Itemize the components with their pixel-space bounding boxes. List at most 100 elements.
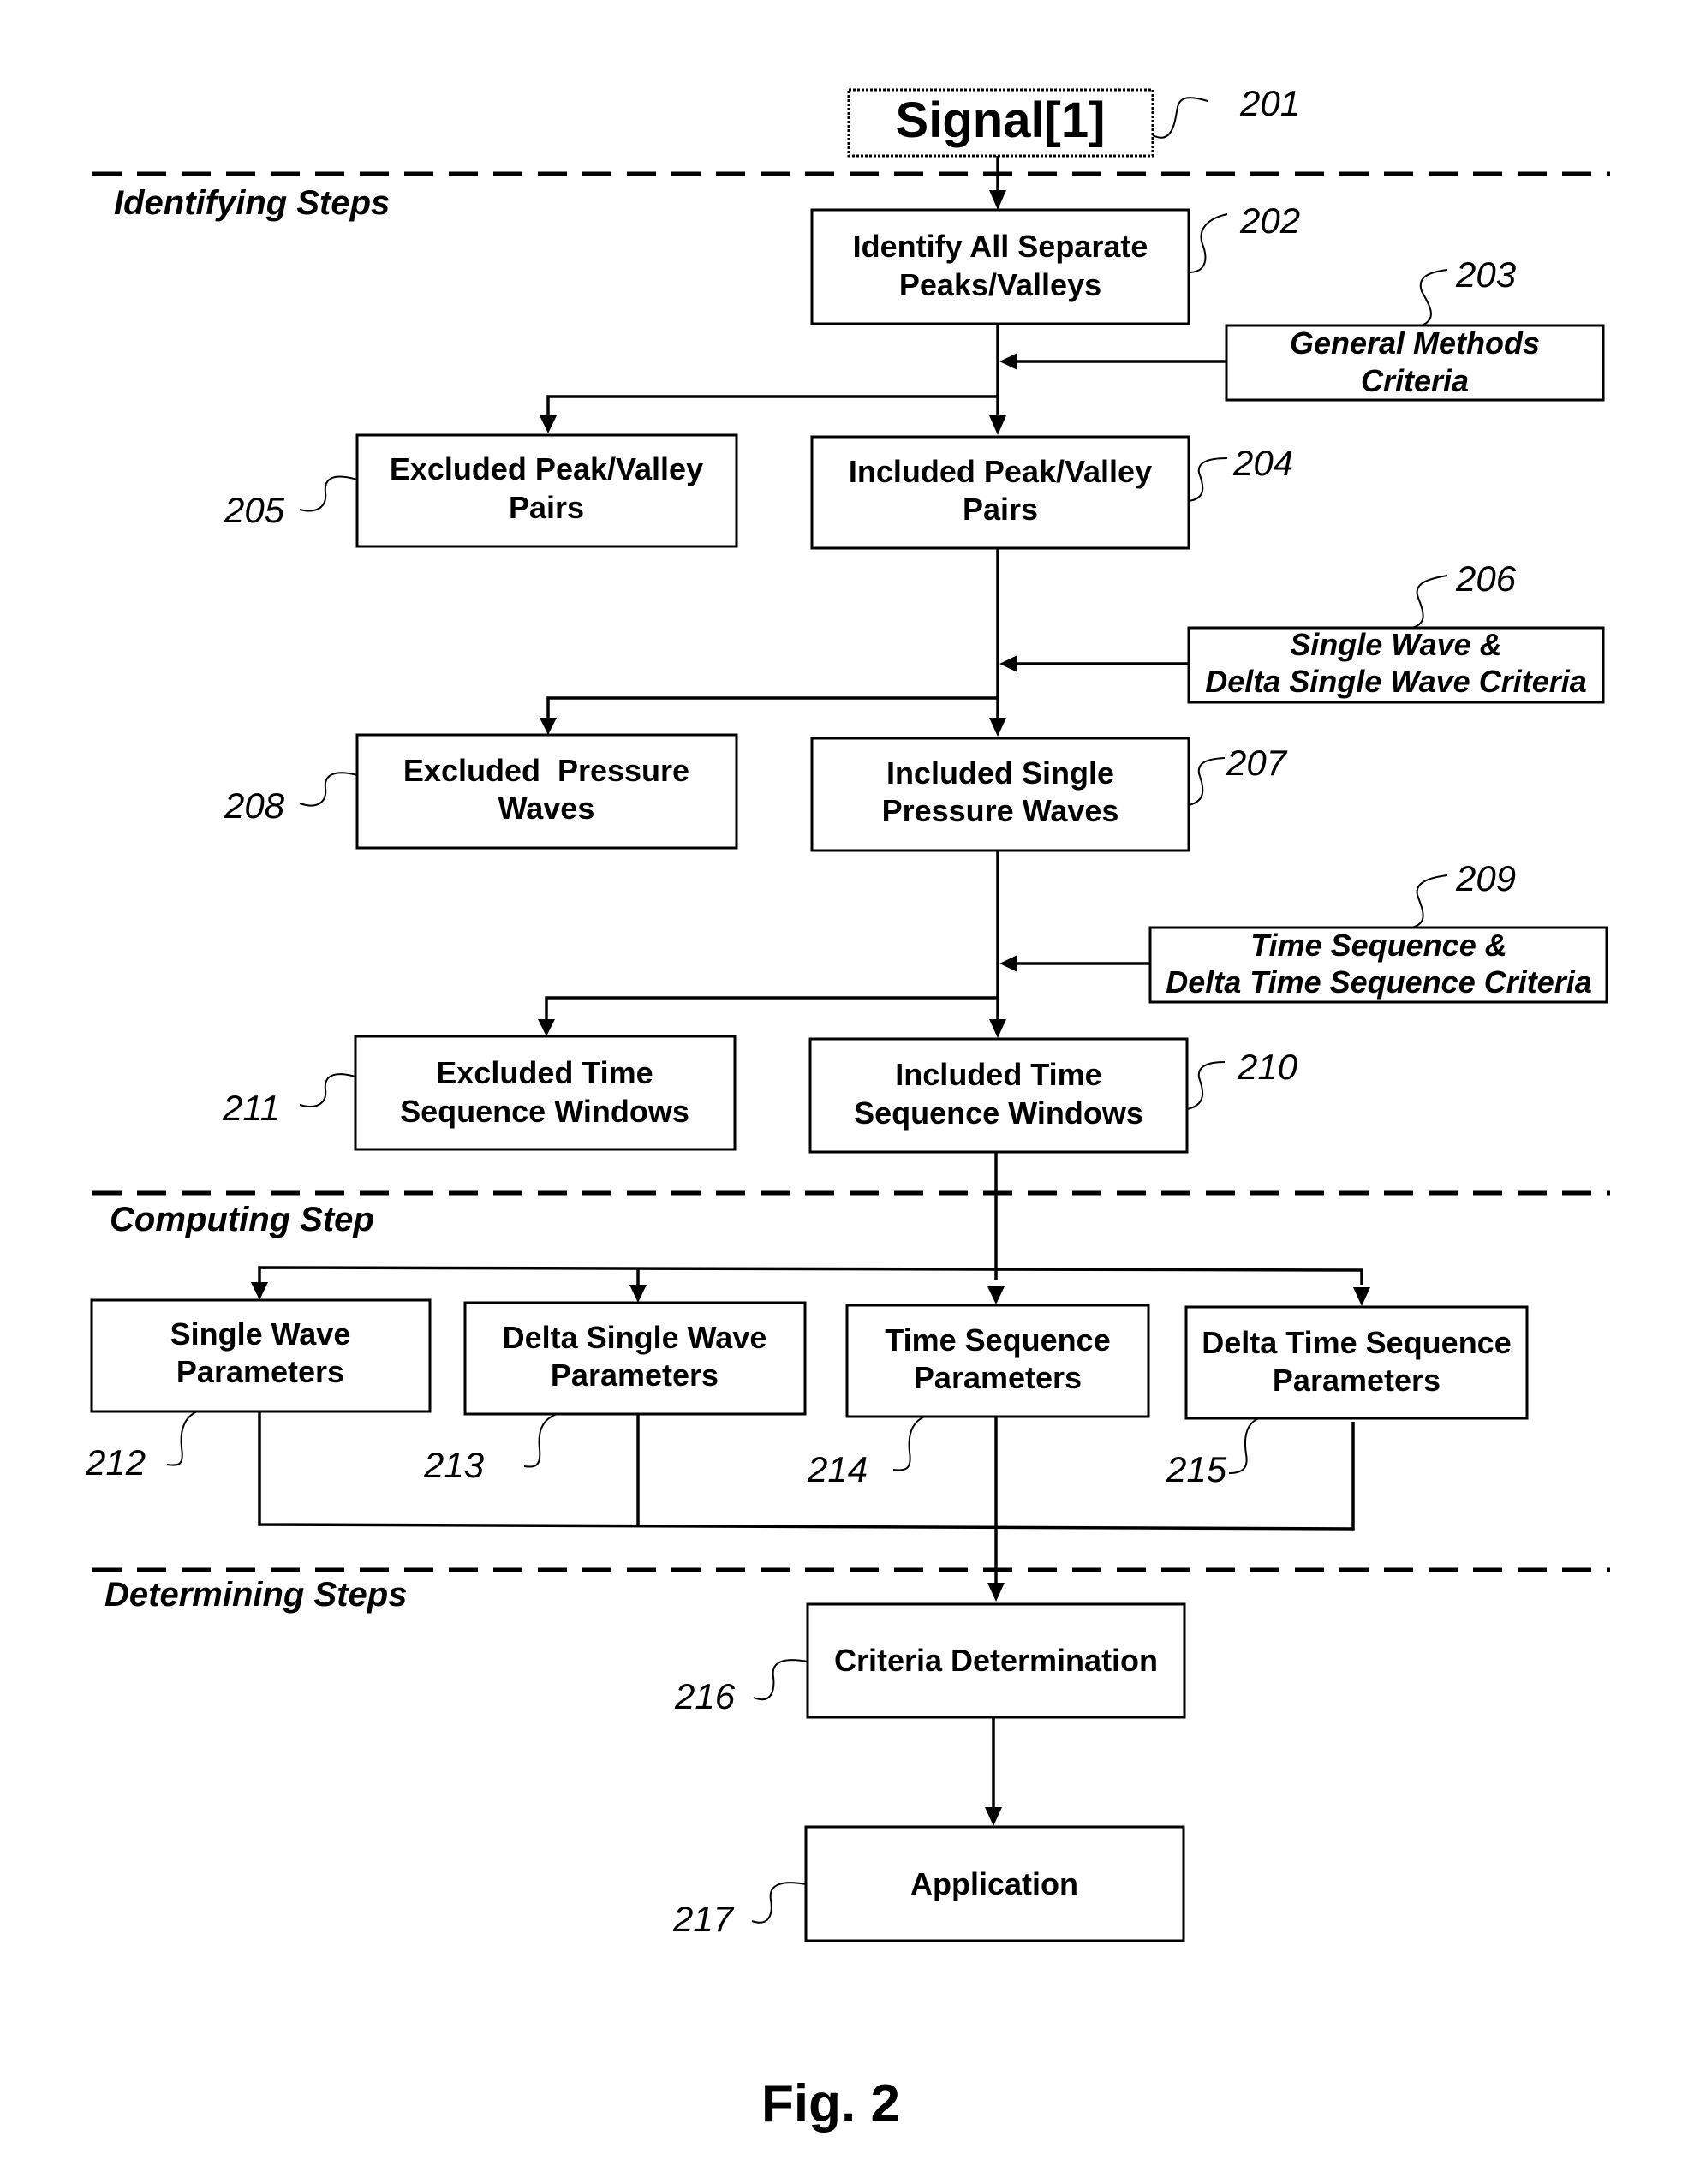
ref-214: 214 bbox=[807, 1449, 868, 1489]
delta-time-seq-params-line2: Parameters bbox=[1273, 1363, 1441, 1398]
node-included-waves[interactable]: Included Single Pressure Waves bbox=[810, 737, 1190, 852]
arrow-head bbox=[251, 1282, 268, 1300]
delta-single-wave-params-line2: Parameters bbox=[551, 1358, 719, 1393]
node-single-wave-criteria[interactable]: Single Wave & Delta Single Wave Criteria bbox=[1187, 626, 1605, 704]
leader-213 bbox=[523, 1413, 558, 1468]
ref-208: 208 bbox=[224, 785, 285, 826]
single-wave-params-line2: Parameters bbox=[176, 1354, 344, 1389]
leader-211 bbox=[299, 1073, 356, 1107]
leader-202 bbox=[1188, 213, 1228, 273]
time-seq-criteria-line2: Delta Time Sequence Criteria bbox=[1166, 964, 1592, 1000]
ref-212: 212 bbox=[85, 1442, 146, 1483]
node-general-criteria[interactable]: General Methods Criteria bbox=[1225, 324, 1605, 402]
excluded-waves-line1: Excluded Pressure bbox=[403, 753, 689, 788]
signal-label: Signal[1] bbox=[896, 92, 1106, 148]
ref-215: 215 bbox=[1166, 1449, 1227, 1489]
node-time-seq-params[interactable]: Time Sequence Parameters bbox=[845, 1304, 1150, 1418]
arrow-head bbox=[989, 415, 1006, 435]
node-criteria-determination[interactable]: Criteria Determination bbox=[806, 1602, 1186, 1719]
leader-201 bbox=[1152, 97, 1208, 139]
included-windows-line1: Included Time bbox=[895, 1057, 1101, 1092]
general-criteria-line2: Criteria bbox=[1361, 363, 1469, 398]
node-signal[interactable]: Signal[1] bbox=[847, 88, 1154, 158]
arrow-head bbox=[989, 718, 1006, 737]
ref-216: 216 bbox=[674, 1676, 736, 1716]
ref-201: 201 bbox=[1239, 83, 1300, 123]
node-excluded-windows[interactable]: Excluded Time Sequence Windows bbox=[354, 1035, 737, 1151]
general-criteria-line1: General Methods bbox=[1290, 325, 1540, 361]
identify-label-line1: Identify All Separate bbox=[853, 229, 1148, 264]
ref-202: 202 bbox=[1239, 200, 1300, 241]
figure-caption: Fig. 2 bbox=[761, 2074, 900, 2133]
leader-204 bbox=[1188, 457, 1228, 502]
included-waves-line1: Included Single bbox=[886, 755, 1114, 791]
leader-205 bbox=[299, 475, 358, 512]
ref-209: 209 bbox=[1455, 858, 1516, 898]
node-excluded-waves[interactable]: Excluded Pressure Waves bbox=[355, 733, 738, 850]
delta-time-seq-params-line1: Delta Time Sequence bbox=[1202, 1325, 1511, 1360]
ref-205: 205 bbox=[224, 490, 285, 530]
time-seq-params-line1: Time Sequence bbox=[885, 1322, 1110, 1358]
excluded-pairs-line2: Pairs bbox=[509, 490, 584, 525]
node-excluded-pairs[interactable]: Excluded Peak/Valley Pairs bbox=[355, 433, 738, 548]
ref-211: 211 bbox=[222, 1088, 280, 1128]
connector-excluded-windows bbox=[545, 996, 998, 1019]
ref-203: 203 bbox=[1455, 254, 1516, 295]
arrow-head bbox=[999, 353, 1017, 370]
leader-214 bbox=[892, 1416, 926, 1471]
section-determining-label: Determining Steps bbox=[104, 1576, 407, 1614]
arrow-head bbox=[989, 1019, 1006, 1038]
arrow-head bbox=[987, 1286, 1005, 1304]
node-single-wave-params[interactable]: Single Wave Parameters bbox=[90, 1298, 432, 1413]
leader-216 bbox=[753, 1659, 808, 1701]
connector-fanout-bus bbox=[258, 1266, 1363, 1285]
application-label: Application bbox=[910, 1866, 1078, 1901]
time-seq-params-line2: Parameters bbox=[914, 1360, 1082, 1395]
included-pairs-line1: Included Peak/Valley bbox=[849, 454, 1152, 489]
ref-207: 207 bbox=[1226, 743, 1288, 783]
arrow-head bbox=[540, 718, 557, 735]
ref-210: 210 bbox=[1237, 1047, 1298, 1087]
ref-217: 217 bbox=[672, 1899, 735, 1939]
connector-excluded-waves bbox=[546, 696, 998, 718]
leader-209 bbox=[1411, 874, 1448, 928]
excluded-windows-box[interactable] bbox=[354, 1035, 737, 1151]
single-wave-criteria-line1: Single Wave & bbox=[1290, 627, 1501, 662]
leader-210 bbox=[1186, 1061, 1226, 1110]
node-time-seq-criteria[interactable]: Time Sequence & Delta Time Sequence Crit… bbox=[1148, 926, 1608, 1004]
node-included-windows[interactable]: Included Time Sequence Windows bbox=[808, 1037, 1189, 1154]
node-delta-time-seq-params[interactable]: Delta Time Sequence Parameters bbox=[1184, 1305, 1529, 1420]
arrow-head bbox=[1353, 1287, 1370, 1306]
arrow-head bbox=[985, 1807, 1002, 1826]
arrow-head bbox=[987, 1583, 1005, 1602]
time-seq-criteria-line1: Time Sequence & bbox=[1250, 928, 1506, 963]
connector-excluded-pairs bbox=[546, 395, 998, 415]
single-wave-criteria-line2: Delta Single Wave Criteria bbox=[1205, 664, 1587, 699]
identify-label-line2: Peaks/Valleys bbox=[899, 267, 1101, 302]
single-wave-params-line1: Single Wave bbox=[170, 1316, 351, 1352]
excluded-pairs-line1: Excluded Peak/Valley bbox=[390, 451, 703, 486]
node-delta-single-wave-params[interactable]: Delta Single Wave Parameters bbox=[463, 1301, 807, 1416]
included-windows-line2: Sequence Windows bbox=[854, 1095, 1143, 1131]
arrow-head bbox=[540, 415, 557, 433]
flowchart: Identifying Steps Computing Step Determi… bbox=[85, 83, 1610, 2133]
arrow-head bbox=[629, 1285, 647, 1303]
ref-204: 204 bbox=[1232, 443, 1293, 483]
node-application[interactable]: Application bbox=[804, 1825, 1185, 1942]
ref-206: 206 bbox=[1455, 558, 1517, 599]
section-identifying-label: Identifying Steps bbox=[114, 184, 390, 222]
excluded-windows-line2: Sequence Windows bbox=[400, 1094, 689, 1129]
ref-213: 213 bbox=[423, 1445, 484, 1485]
arrow-head bbox=[538, 1019, 555, 1036]
leader-217 bbox=[751, 1882, 807, 1924]
excluded-windows-line1: Excluded Time bbox=[436, 1055, 653, 1090]
included-waves-line2: Pressure Waves bbox=[882, 793, 1119, 828]
node-identify[interactable]: Identify All Separate Peaks/Valleys bbox=[810, 208, 1190, 325]
criteria-determination-label: Criteria Determination bbox=[834, 1643, 1158, 1678]
leader-208 bbox=[299, 772, 358, 807]
leader-203 bbox=[1419, 269, 1448, 326]
section-computing-label: Computing Step bbox=[110, 1201, 374, 1238]
node-included-pairs[interactable]: Included Peak/Valley Pairs bbox=[810, 435, 1190, 550]
delta-single-wave-params-line1: Delta Single Wave bbox=[503, 1320, 767, 1355]
leader-215 bbox=[1228, 1417, 1260, 1474]
